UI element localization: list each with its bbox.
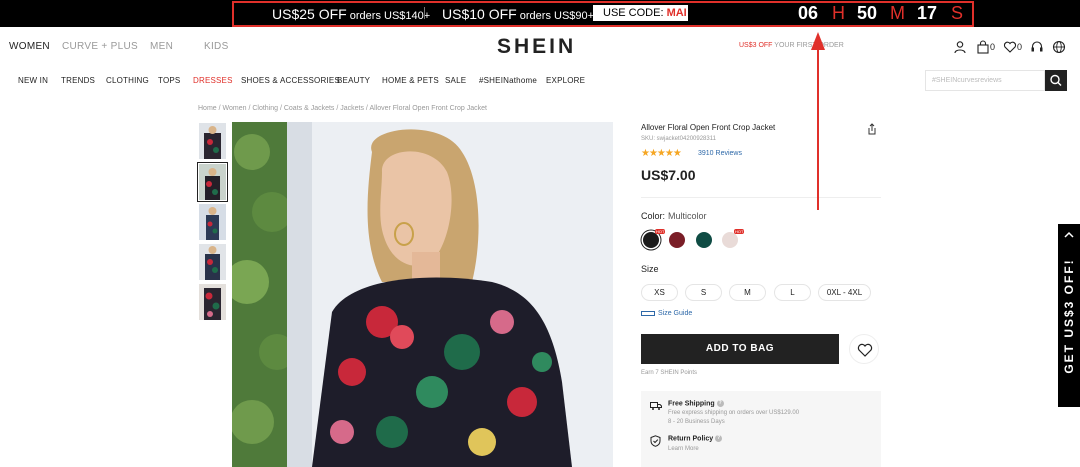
- truck-icon: [650, 402, 662, 410]
- free-shipping-desc: Free express shipping on orders over US$…: [668, 410, 800, 416]
- color-swatch-burgundy[interactable]: [669, 232, 685, 248]
- category-kids[interactable]: KIDS: [204, 41, 229, 52]
- nav-sale[interactable]: SALE: [445, 76, 466, 85]
- product-title: Allover Floral Open Front Crop Jacket: [641, 123, 776, 132]
- size-option-l[interactable]: L: [774, 284, 811, 301]
- nav-dresses[interactable]: DRESSES: [193, 76, 233, 85]
- first-order-text: YOUR FIRST ORDER: [772, 42, 844, 49]
- rating-stars: ★★★★★: [641, 148, 682, 159]
- share-icon[interactable]: [866, 123, 878, 135]
- ruler-icon: [641, 310, 655, 316]
- product-thumbnail-4[interactable]: [199, 244, 226, 280]
- category-women[interactable]: WOMEN: [9, 41, 50, 52]
- globe-icon[interactable]: [1052, 40, 1066, 54]
- bag-icon[interactable]: [976, 40, 990, 54]
- color-swatch-green[interactable]: [696, 232, 712, 248]
- search-icon: [1050, 74, 1062, 86]
- info-icon[interactable]: ?: [716, 400, 724, 407]
- nav-new-in[interactable]: NEW IN: [18, 76, 48, 85]
- search-input[interactable]: #SHEINcurvesreviews: [925, 70, 1045, 91]
- nav-home-pets[interactable]: HOME & PETS: [382, 76, 439, 85]
- shein-logo[interactable]: SHEIN: [497, 35, 576, 59]
- nav-shoes-accessories[interactable]: SHOES & ACCESSORIES: [241, 76, 340, 85]
- color-label-text: Color:: [641, 211, 666, 221]
- bag-count: 0: [990, 42, 996, 52]
- size-guide-text: Size Guide: [658, 310, 693, 317]
- add-to-bag-button[interactable]: ADD TO BAG: [641, 334, 839, 364]
- return-policy-title: Return Policy?: [668, 435, 723, 443]
- nav-trends[interactable]: TRENDS: [61, 76, 95, 85]
- free-shipping-title-text: Free Shipping: [668, 400, 715, 408]
- color-value: Multicolor: [668, 211, 707, 221]
- main-nav: NEW IN TRENDS CLOTHING TOPS DRESSES SHOE…: [0, 70, 1080, 92]
- product-photo: [232, 122, 613, 467]
- size-guide-link[interactable]: Size Guide: [641, 310, 692, 317]
- promo-highlight-frame: [232, 1, 974, 27]
- product-main-image[interactable]: [232, 122, 613, 467]
- size-label: Size: [641, 264, 659, 274]
- shipping-info-box: Free Shipping? Free express shipping on …: [641, 391, 881, 467]
- shipping-days: 8 - 20 Business Days: [668, 419, 725, 425]
- wishlist-count: 0: [1017, 42, 1023, 52]
- product-thumbnail-3[interactable]: [199, 204, 226, 240]
- user-icon[interactable]: [953, 40, 967, 54]
- size-option-s[interactable]: S: [685, 284, 722, 301]
- nav-shein-at-home[interactable]: #SHEINathome: [479, 76, 537, 85]
- nav-explore[interactable]: EXPLORE: [546, 76, 585, 85]
- learn-more-link[interactable]: Learn More: [668, 446, 699, 452]
- search-button[interactable]: [1045, 70, 1067, 91]
- return-policy-title-text: Return Policy: [668, 435, 714, 443]
- side-offer-label: GET US$3 OFF!: [1058, 224, 1080, 407]
- nav-clothing[interactable]: CLOTHING: [106, 76, 149, 85]
- product-thumbnail-5[interactable]: [199, 284, 226, 320]
- color-swatch-black[interactable]: [643, 232, 659, 248]
- shield-icon: [650, 435, 661, 447]
- heart-icon: [857, 343, 873, 357]
- product-sku: SKU: swjacket04200928311: [641, 136, 716, 142]
- color-swatch-pink[interactable]: [722, 232, 738, 248]
- color-label: Color: Multicolor: [641, 211, 707, 221]
- product-thumbnail-2[interactable]: [197, 162, 228, 202]
- headset-support-icon[interactable]: [1030, 40, 1044, 54]
- wishlist-button[interactable]: [849, 334, 879, 364]
- info-icon[interactable]: ?: [715, 435, 723, 442]
- nav-tops[interactable]: TOPS: [158, 76, 180, 85]
- site-header: WOMEN CURVE + PLUS MEN KIDS SHEIN US$3 O…: [0, 28, 1080, 66]
- first-order-amount: US$3 OFF: [739, 42, 773, 49]
- size-option-plus[interactable]: 0XL - 4XL: [818, 284, 871, 301]
- hot-badge: HOT: [734, 229, 745, 234]
- size-option-xs[interactable]: XS: [641, 284, 678, 301]
- product-thumbnail-1[interactable]: [199, 123, 226, 159]
- free-shipping-title: Free Shipping?: [668, 400, 724, 407]
- product-price: US$7.00: [641, 167, 696, 183]
- category-men[interactable]: MEN: [150, 41, 173, 52]
- nav-beauty[interactable]: BEAUTY: [337, 76, 370, 85]
- reviews-link[interactable]: 3910 Reviews: [698, 150, 742, 157]
- side-offer-text: GET US$3 OFF!: [1062, 257, 1076, 374]
- size-option-m[interactable]: M: [729, 284, 766, 301]
- category-curve-plus[interactable]: CURVE + PLUS: [62, 41, 138, 52]
- breadcrumb[interactable]: Home / Women / Clothing / Coats & Jacket…: [198, 105, 487, 112]
- info-divider: [641, 197, 881, 198]
- wishlist-icon[interactable]: [1003, 40, 1017, 54]
- hot-badge: HOT: [655, 229, 666, 234]
- earn-points-text: Earn 7 SHEIN Points: [641, 370, 698, 376]
- first-order-offer[interactable]: US$3 OFF YOUR FIRST ORDER: [739, 42, 844, 49]
